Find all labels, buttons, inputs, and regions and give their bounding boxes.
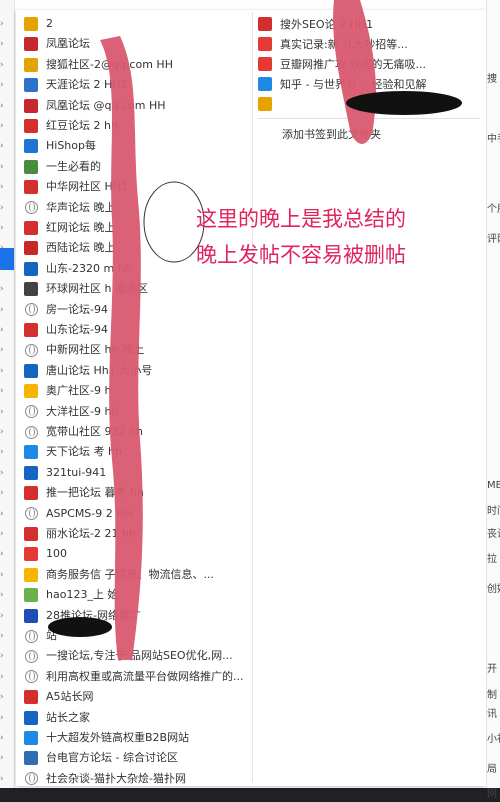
black-censor-bottom [48,617,112,637]
pink-censor-stroke-right [333,0,377,144]
censor-overlay [48,0,462,660]
pink-censor-stroke [100,36,143,660]
annotation-line-2: 晚上发帖不容易被删帖 [196,243,406,267]
annotation-line-1: 这里的晚上是我总结的 [196,207,406,231]
annotation-circle [143,181,205,263]
black-censor-top [346,91,462,115]
